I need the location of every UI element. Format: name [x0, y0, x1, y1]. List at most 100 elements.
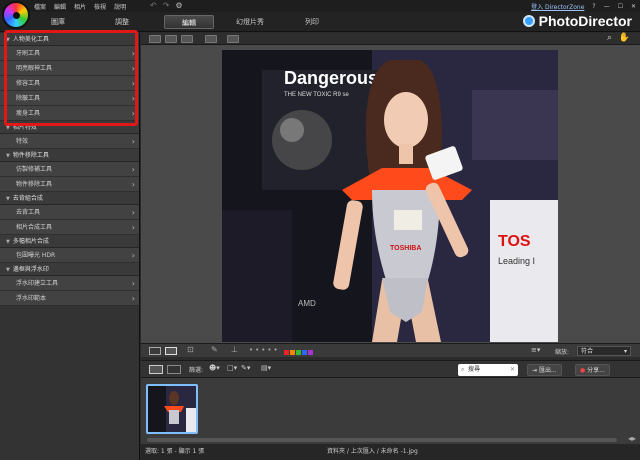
tab-print[interactable]: 列印	[290, 15, 334, 29]
orange-label-icon[interactable]	[290, 349, 295, 355]
crop-icon[interactable]: ⊡	[187, 345, 194, 354]
menu-photo[interactable]: 相片	[74, 2, 86, 11]
tool-tooth-brush[interactable]: 牙刷工具 ›	[0, 46, 139, 61]
clear-icon[interactable]: ✕	[510, 364, 515, 376]
main-photo[interactable]: Dangerous THE NEW TOXIC R9 se AMD TOS Le…	[222, 50, 558, 342]
export-button[interactable]: ⇥ 匯出...	[527, 364, 562, 376]
chevron-right-icon: ›	[131, 79, 135, 88]
list-menu-icon[interactable]: ≡▾	[531, 346, 540, 354]
hand-icon[interactable]: ✋	[619, 33, 630, 43]
tool-wrinkle-remover[interactable]: 除皺工具 ›	[0, 91, 139, 106]
menu-file[interactable]: 檔案	[34, 2, 46, 11]
monitor-icon[interactable]	[205, 35, 217, 43]
chevron-right-icon: ›	[131, 49, 135, 58]
chevron-right-icon: ›	[131, 180, 135, 189]
search-input[interactable]: ⌕ 搜尋 ✕	[458, 364, 518, 376]
chevron-right-icon: ›	[131, 294, 135, 303]
tool-watermark-template[interactable]: 浮水印範本 ›	[0, 291, 139, 306]
tool-body-shaper[interactable]: 瘦身工具 ›	[0, 106, 139, 121]
tab-slideshow[interactable]: 幻燈片秀	[228, 15, 272, 29]
settings-icon[interactable]: ⚙	[175, 1, 182, 10]
filter-box-icon[interactable]: □▾	[227, 364, 237, 372]
chevron-right-icon: ›	[131, 137, 135, 146]
sign-subtext: THE NEW TOXIC R9 se	[284, 92, 349, 98]
brush-icon[interactable]: ✎	[211, 345, 218, 354]
filter-people-icon[interactable]: ☻▾	[209, 364, 220, 372]
menu-bar: 檔案 編輯 相片 檢視 說明	[34, 0, 126, 12]
view-options-bar: ⊡ ✎ ⊥ ••••• ≡▾ 縮放: 符合 ▾	[141, 343, 640, 357]
zoom-label: 縮放:	[555, 349, 570, 356]
tool-effects[interactable]: 特效 ›	[0, 134, 139, 149]
filter-page-icon[interactable]: ▤▾	[261, 364, 271, 372]
shirt-text: TOSHIBA	[390, 245, 421, 252]
chevron-right-icon: ›	[131, 208, 135, 217]
red-label-icon[interactable]	[284, 349, 289, 355]
section-photo-effects[interactable]: 相片特效	[0, 121, 139, 134]
viewer-toolbar: ⌕ ✋	[141, 33, 640, 45]
filter-pen-icon[interactable]: ✎▾	[241, 364, 250, 372]
chevron-down-icon: ▾	[623, 348, 627, 355]
menu-view[interactable]: 檢視	[94, 2, 106, 11]
green-label-icon[interactable]	[296, 349, 301, 355]
help-button[interactable]: ?	[592, 3, 595, 10]
photo-thumbnail[interactable]	[146, 384, 198, 434]
single-view-icon[interactable]	[149, 347, 161, 355]
app-logo-icon	[2, 1, 30, 29]
color-labels	[284, 348, 314, 356]
undo-redo-group: ↶ ↷ ⚙	[150, 1, 183, 10]
tool-extract[interactable]: 去背工具 ›	[0, 205, 139, 220]
tab-adjust[interactable]: 調整	[100, 15, 144, 29]
zoom-icon[interactable]: ⌕	[607, 33, 612, 43]
tool-photo-compose[interactable]: 相片合成工具 ›	[0, 220, 139, 235]
purple-label-icon[interactable]	[308, 349, 313, 355]
tool-hdr[interactable]: 包圍曝光 HDR ›	[0, 248, 139, 263]
filmstrip-scrollbar[interactable]	[147, 438, 617, 442]
slider-icon[interactable]: ◂▸	[628, 434, 636, 443]
view-compare-icon[interactable]	[165, 35, 177, 43]
view-grid-icon[interactable]	[181, 35, 193, 43]
rating-icon[interactable]: •••••	[249, 346, 280, 354]
tool-watermark-creator[interactable]: 浮水印建立工具 ›	[0, 276, 139, 291]
tool-skin-smoothener[interactable]: 修容工具 ›	[0, 76, 139, 91]
list-view-icon[interactable]	[167, 365, 181, 374]
ruler-icon[interactable]: ⊥	[231, 345, 238, 354]
minimize-button[interactable]: —	[604, 3, 610, 10]
section-frames-watermarks[interactable]: 邊框與浮水印	[0, 263, 139, 276]
chevron-right-icon: ›	[131, 94, 135, 103]
tab-library[interactable]: 圖庫	[36, 15, 80, 29]
brand-name: PhotoDirector	[538, 13, 632, 29]
menu-help[interactable]: 說明	[114, 2, 126, 11]
file-path-status: 資料夾 / 上次匯入 / 未命名 -1.jpg	[327, 448, 418, 455]
blue-label-icon[interactable]	[302, 349, 307, 355]
section-people-beautifier[interactable]: 人物美化工具	[0, 33, 139, 46]
brand-sign-text: TOS	[498, 233, 531, 250]
search-icon: ⌕	[461, 366, 465, 373]
signin-link[interactable]: 登入 DirectorZone	[531, 2, 584, 11]
undo-icon[interactable]: ↶	[150, 1, 157, 10]
filmstrip: ◂▸	[141, 378, 640, 444]
tool-object-removal[interactable]: 物件移除工具 ›	[0, 177, 139, 192]
filmstrip-toolbar: 篩選: ☻▾ □▾ ✎▾ ▤▾ ⌕ 搜尋 ✕ ⇥ 匯出... ● 分享...	[141, 360, 640, 378]
tool-eye-brightener[interactable]: 明亮眼神工具 ›	[0, 61, 139, 76]
section-extract-compose[interactable]: 去背組合成	[0, 192, 139, 205]
tool-clone[interactable]: 仿製修補工具 ›	[0, 162, 139, 177]
system-bar: 登入 DirectorZone ? — ☐ ✕	[531, 0, 636, 12]
chevron-right-icon: ›	[131, 165, 135, 174]
filmstrip-view-icon[interactable]	[149, 365, 163, 374]
zoom-select[interactable]: 符合 ▾	[577, 346, 631, 356]
brand-logo: PhotoDirector	[522, 13, 632, 29]
maximize-button[interactable]: ☐	[618, 3, 623, 10]
view-single-icon[interactable]	[149, 35, 161, 43]
chevron-right-icon: ›	[131, 64, 135, 73]
section-multi-exposure[interactable]: 多幅相片合成	[0, 235, 139, 248]
menu-edit[interactable]: 編輯	[54, 2, 66, 11]
share-button[interactable]: ● 分享...	[575, 364, 610, 376]
brand-icon	[522, 15, 535, 27]
close-button[interactable]: ✕	[631, 3, 636, 10]
redo-icon[interactable]: ↷	[163, 1, 170, 10]
brand-sign-subtext: Leading I	[498, 256, 535, 266]
tab-edit[interactable]: 編輯	[164, 15, 214, 29]
compare-view-icon[interactable]	[165, 347, 177, 355]
section-object-removal[interactable]: 物件移除工具	[0, 149, 139, 162]
screen-icon[interactable]	[227, 35, 239, 43]
